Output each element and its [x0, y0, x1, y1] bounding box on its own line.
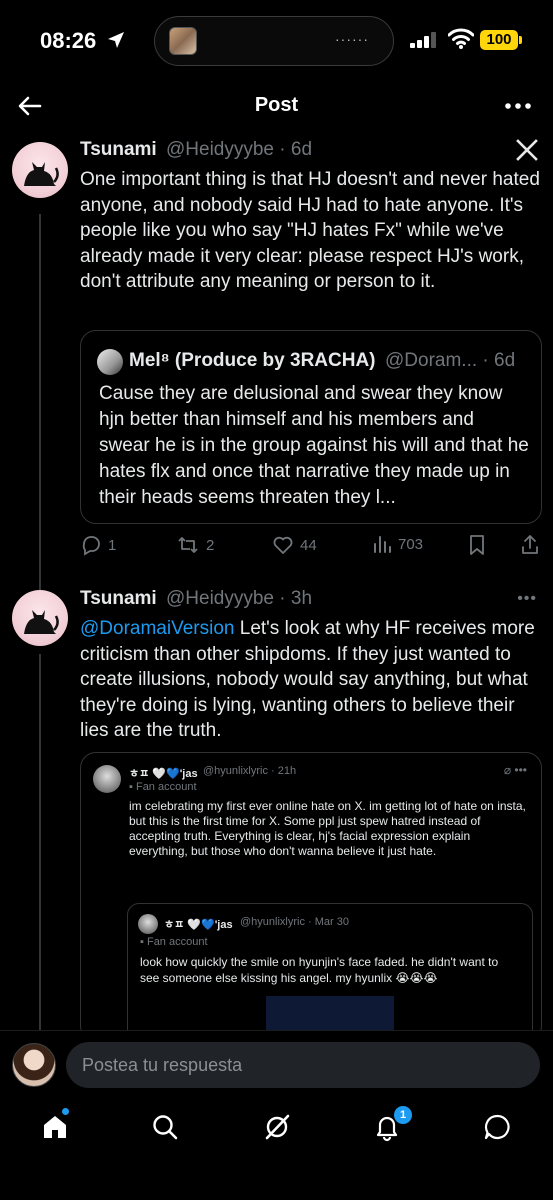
author-name[interactable]: Tsunami: [80, 139, 157, 161]
post-more-icon[interactable]: •••: [517, 590, 537, 608]
share-button[interactable]: [520, 534, 540, 556]
tweet-text: One important thing is that HJ doesn't a…: [80, 169, 540, 292]
reply-count: 1: [108, 536, 117, 554]
embed-avatar: [93, 765, 121, 793]
home-unread-dot: [62, 1108, 69, 1115]
home-icon[interactable]: [40, 1112, 70, 1142]
repost-count: 2: [206, 536, 215, 554]
bottom-tab-bar: 1: [0, 1100, 553, 1200]
cat-avatar-image: [24, 610, 59, 634]
fan-account-label: ▪ Fan account: [129, 781, 197, 793]
messages-icon[interactable]: [482, 1112, 512, 1142]
bookmark-button[interactable]: [468, 534, 486, 556]
like-count: 44: [300, 536, 317, 554]
thread-line: [39, 214, 41, 594]
embed-author-name: ㅎㅍ 🤍💙'jas: [129, 768, 198, 780]
now-playing-thumbnail: [169, 27, 197, 55]
author-name[interactable]: Tsunami: [80, 588, 157, 610]
reply-button[interactable]: 1: [80, 534, 116, 556]
inner-text: look how quickly the smile on hyunjin's …: [140, 955, 499, 985]
status-time: 08:26: [40, 28, 97, 53]
status-bar: 08:26 ······ 100: [0, 0, 553, 80]
author-handle-time[interactable]: @Heidyyybe · 6d: [166, 139, 312, 161]
views-count: 703: [398, 535, 424, 553]
reply-bar: [0, 1030, 553, 1100]
action-bar: 1 2 44 703: [80, 534, 542, 560]
location-arrow-icon: [108, 32, 124, 48]
reply-icon: [82, 536, 100, 556]
island-dots-icon: ······: [335, 31, 369, 47]
notification-badge: 1: [394, 1106, 412, 1124]
embed-quoted-post: ㅎㅍ 🤍💙'jas @hyunlixlyric · Mar 30 ▪ Fan a…: [127, 903, 533, 1041]
battery-indicator: 100: [480, 30, 518, 50]
views-button[interactable]: 703: [372, 534, 423, 554]
quoted-post[interactable]: Mel⁸ (Produce by 3RACHA) @Doram... · 6d …: [80, 330, 542, 524]
inner-avatar: [138, 914, 158, 934]
embedded-screenshot[interactable]: ㅎㅍ 🤍💙'jas @hyunlixlyric · 21h ⌀ ••• ▪ Fa…: [80, 752, 542, 1042]
quote-author-name: Mel⁸ (Produce by 3RACHA): [129, 350, 376, 371]
dynamic-island[interactable]: ······: [154, 16, 394, 66]
quote-text: Cause they are delusional and swear they…: [99, 383, 529, 508]
quote-handle-time: @Doram... · 6d: [385, 350, 516, 371]
search-icon[interactable]: [150, 1112, 180, 1142]
avatar[interactable]: [12, 142, 68, 198]
repost-icon: [178, 537, 198, 553]
avatar[interactable]: [12, 590, 68, 646]
author-handle-time[interactable]: @Heidyyybe · 3h: [166, 588, 312, 610]
like-button[interactable]: 44: [272, 534, 317, 556]
signal-icon: [410, 32, 436, 48]
inner-handle-time: @hyunlixlyric · Mar 30: [240, 916, 349, 928]
cat-avatar-image: [24, 162, 59, 186]
more-icon[interactable]: [503, 92, 533, 120]
share-icon: [522, 535, 538, 554]
thread-line: [39, 654, 41, 1034]
user-avatar[interactable]: [12, 1043, 56, 1087]
mention-link[interactable]: @DoramaiVersion: [80, 618, 234, 639]
inner-author-name: ㅎㅍ 🤍💙'jas: [164, 919, 233, 931]
repost-button[interactable]: 2: [176, 534, 214, 556]
page-title: Post: [254, 94, 299, 116]
like-icon: [273, 536, 293, 554]
battery-tip: [519, 36, 522, 44]
x-logo-icon: [516, 139, 538, 161]
reply-input[interactable]: [66, 1042, 540, 1088]
wifi-icon: [448, 28, 474, 49]
bookmark-icon: [470, 535, 484, 555]
embed-handle-time: @hyunlixlyric · 21h: [203, 765, 297, 777]
fan-account-label: ▪ Fan account: [140, 936, 208, 948]
grok-icon[interactable]: [262, 1112, 292, 1142]
views-icon: [374, 536, 391, 553]
embed-text: im celebrating my first ever online hate…: [129, 799, 526, 858]
quote-avatar: [97, 349, 123, 375]
post-header: Post: [0, 84, 553, 128]
tweet-text: @DoramaiVersion Let's look at why HF rec…: [80, 616, 542, 744]
embed-more-icon: ⌀ •••: [503, 763, 527, 777]
